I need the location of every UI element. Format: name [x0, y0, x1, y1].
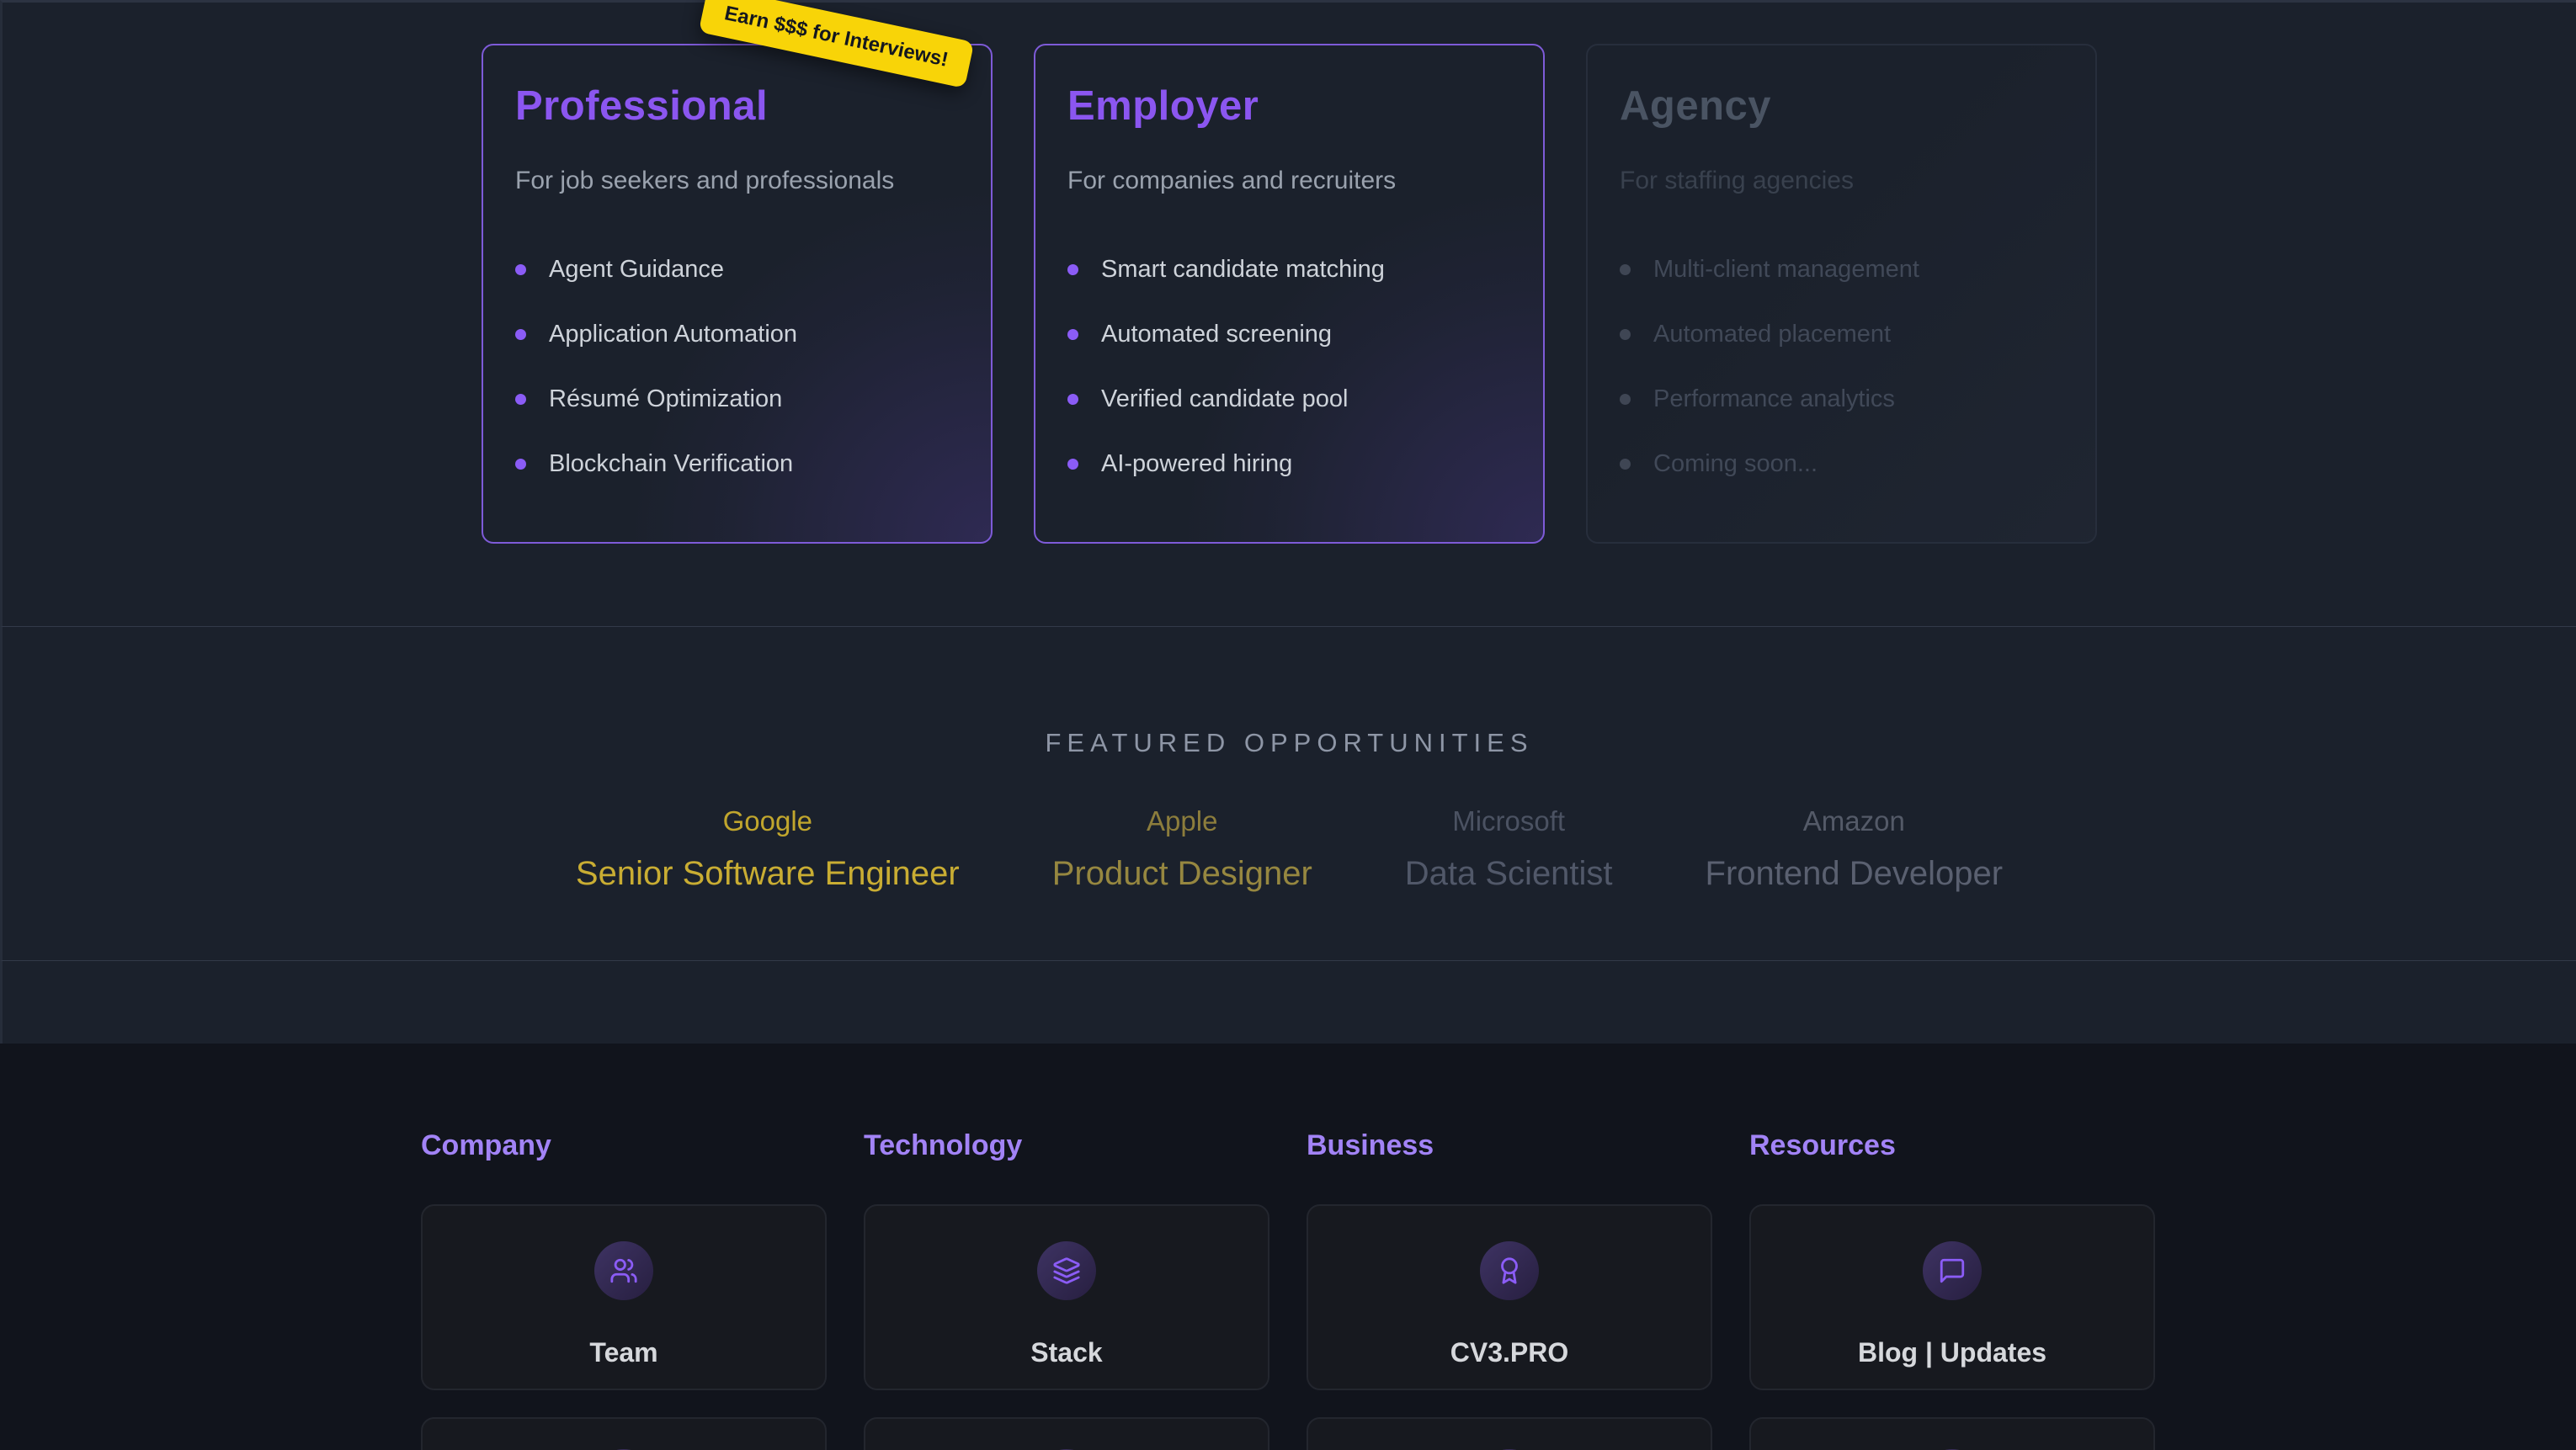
job-title: Product Designer: [1052, 855, 1312, 893]
footer-grid: Company Team Technology Stack: [0, 1129, 2576, 1450]
plan-features: Agent Guidance Application Automation Ré…: [515, 256, 959, 478]
job-title: Data Scientist: [1405, 855, 1613, 893]
feature-item: Performance analytics: [1620, 385, 2063, 413]
footer-card-partial[interactable]: [1749, 1417, 2155, 1450]
featured-job-google[interactable]: Google Senior Software Engineer: [576, 805, 960, 893]
footer-column-resources: Resources Blog | Updates: [1749, 1129, 2155, 1450]
plan-features: Multi-client management Automated placem…: [1620, 256, 2063, 478]
feature-label: AI-powered hiring: [1101, 450, 1292, 478]
bullet-dot: [1067, 264, 1078, 275]
featured-job-apple[interactable]: Apple Product Designer: [1052, 805, 1312, 893]
footer-column-technology: Technology Stack: [864, 1129, 1269, 1450]
bullet-dot: [1620, 394, 1631, 405]
feature-item: Résumé Optimization: [515, 385, 959, 413]
feature-label: Performance analytics: [1653, 385, 1895, 413]
feature-label: Multi-client management: [1653, 256, 1919, 284]
award-icon: [1480, 1241, 1539, 1300]
bullet-dot: [1620, 459, 1631, 470]
footer-card-partial[interactable]: [1307, 1417, 1712, 1450]
bullet-dot: [1620, 264, 1631, 275]
footer-card-team[interactable]: Team: [421, 1204, 827, 1390]
plan-card-agency: Agency For staffing agencies Multi-clien…: [1586, 44, 2097, 544]
bullet-dot: [1067, 329, 1078, 340]
feature-item: Automated screening: [1067, 321, 1511, 348]
job-company: Google: [576, 805, 960, 837]
plan-subtitle: For staffing agencies: [1620, 167, 2063, 195]
feature-item: Smart candidate matching: [1067, 256, 1511, 284]
featured-jobs-carousel: Google Senior Software Engineer Apple Pr…: [3, 805, 2576, 893]
job-title: Frontend Developer: [1706, 855, 2004, 893]
footer-card-cv3pro[interactable]: CV3.PRO: [1307, 1204, 1712, 1390]
plans-row: Earn $$$ for Interviews! Professional Fo…: [3, 3, 2576, 544]
bullet-dot: [515, 459, 526, 470]
plan-card-employer[interactable]: Employer For companies and recruiters Sm…: [1034, 44, 1545, 544]
job-title: Senior Software Engineer: [576, 855, 960, 893]
feature-label: Automated screening: [1101, 321, 1332, 348]
plan-title: Employer: [1067, 82, 1511, 130]
feature-item: Application Automation: [515, 321, 959, 348]
job-company: Apple: [1052, 805, 1312, 837]
footer-card-label: Blog | Updates: [1858, 1337, 2046, 1368]
bullet-dot: [515, 394, 526, 405]
job-company: Amazon: [1706, 805, 2004, 837]
feature-item: Blockchain Verification: [515, 450, 959, 478]
landing-page: Earn $$$ for Interviews! Professional Fo…: [0, 0, 2576, 1450]
bullet-dot: [1620, 329, 1631, 340]
plan-title: Agency: [1620, 82, 2063, 130]
feature-item: Agent Guidance: [515, 256, 959, 284]
feature-item: AI-powered hiring: [1067, 450, 1511, 478]
featured-opportunities-section: FEATURED OPPORTUNITIES Google Senior Sof…: [0, 627, 2576, 961]
featured-job-microsoft[interactable]: Microsoft Data Scientist: [1405, 805, 1613, 893]
feature-label: Application Automation: [549, 321, 797, 348]
footer-column-heading: Company: [421, 1129, 827, 1162]
feature-label: Coming soon...: [1653, 450, 1818, 478]
footer-column-business: Business CV3.PRO: [1307, 1129, 1712, 1450]
featured-heading: FEATURED OPPORTUNITIES: [3, 728, 2576, 758]
feature-item: Automated placement: [1620, 321, 2063, 348]
bullet-dot: [1067, 459, 1078, 470]
footer-column-heading: Resources: [1749, 1129, 2155, 1162]
feature-label: Résumé Optimization: [549, 385, 782, 413]
footer-card-stack[interactable]: Stack: [864, 1204, 1269, 1390]
footer-card-partial[interactable]: [421, 1417, 827, 1450]
layers-icon: [1037, 1241, 1096, 1300]
feature-item: Multi-client management: [1620, 256, 2063, 284]
bullet-dot: [515, 264, 526, 275]
job-company: Microsoft: [1405, 805, 1613, 837]
feature-label: Automated placement: [1653, 321, 1891, 348]
footer-card-label: Stack: [1030, 1337, 1102, 1368]
earn-badge: Earn $$$ for Interviews!: [699, 0, 974, 88]
feature-item: Coming soon...: [1620, 450, 2063, 478]
site-footer: Company Team Technology Stack: [0, 1044, 2576, 1450]
footer-card-label: Team: [589, 1337, 657, 1368]
feature-label: Agent Guidance: [549, 256, 724, 284]
feature-label: Verified candidate pool: [1101, 385, 1348, 413]
footer-column-company: Company Team: [421, 1129, 827, 1450]
bullet-dot: [1067, 394, 1078, 405]
featured-job-amazon[interactable]: Amazon Frontend Developer: [1706, 805, 2004, 893]
plan-card-professional[interactable]: Earn $$$ for Interviews! Professional Fo…: [482, 44, 993, 544]
feature-label: Smart candidate matching: [1101, 256, 1385, 284]
message-square-icon: [1923, 1241, 1982, 1300]
users-icon: [594, 1241, 653, 1300]
footer-card-label: CV3.PRO: [1450, 1337, 1568, 1368]
footer-column-heading: Business: [1307, 1129, 1712, 1162]
plan-subtitle: For job seekers and professionals: [515, 167, 959, 195]
footer-column-heading: Technology: [864, 1129, 1269, 1162]
bullet-dot: [515, 329, 526, 340]
plan-subtitle: For companies and recruiters: [1067, 167, 1511, 195]
feature-label: Blockchain Verification: [549, 450, 793, 478]
feature-item: Verified candidate pool: [1067, 385, 1511, 413]
footer-card-partial[interactable]: [864, 1417, 1269, 1450]
section-spacer: [0, 961, 2576, 1044]
plans-section: Earn $$$ for Interviews! Professional Fo…: [0, 0, 2576, 627]
plan-title: Professional: [515, 82, 959, 130]
plan-features: Smart candidate matching Automated scree…: [1067, 256, 1511, 478]
footer-card-blog[interactable]: Blog | Updates: [1749, 1204, 2155, 1390]
